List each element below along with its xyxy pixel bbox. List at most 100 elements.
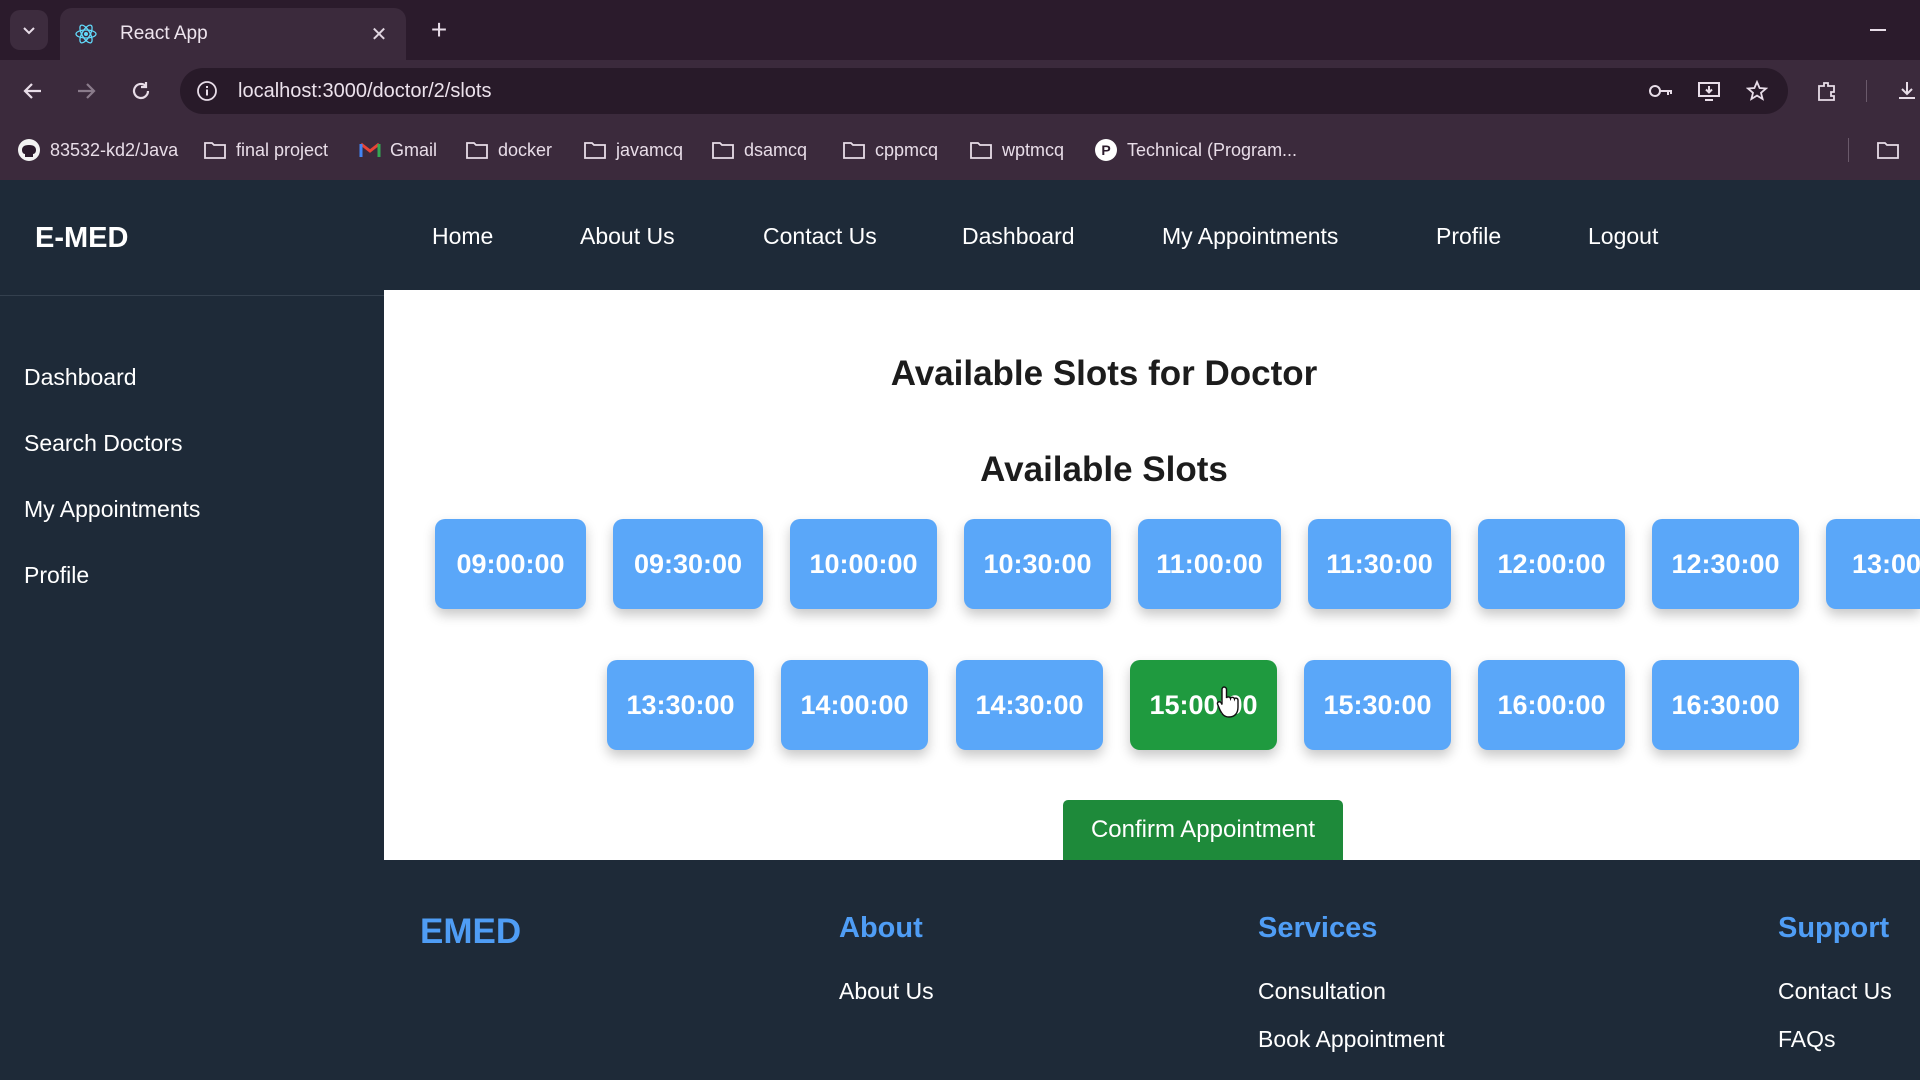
footer-link-about-us[interactable]: About Us	[839, 978, 934, 1005]
slot-button[interactable]: 16:00:00	[1478, 660, 1625, 750]
footer-brand: EMED	[420, 912, 522, 951]
sidebar-item-my-appointments[interactable]: My Appointments	[24, 496, 200, 523]
folder-icon	[204, 142, 226, 159]
bookmark-label: final project	[236, 139, 329, 160]
arrow-left-icon	[23, 83, 41, 99]
slot-button-selected[interactable]: 15:00:00	[1130, 660, 1277, 750]
sidebar-item-profile[interactable]: Profile	[24, 562, 89, 589]
folder-icon	[970, 142, 992, 159]
bookmarks-divider	[1848, 138, 1849, 162]
footer-heading-about: About	[839, 912, 923, 944]
url-text[interactable]: localhost:3000/doctor/2/slots	[238, 80, 1644, 103]
bookmark-item[interactable]: docker	[465, 136, 552, 164]
nav-profile[interactable]: Profile	[1436, 223, 1501, 250]
folder-icon	[584, 142, 606, 159]
nav-about-us[interactable]: About Us	[580, 223, 675, 250]
nav-dashboard[interactable]: Dashboard	[962, 223, 1075, 250]
arrow-right-icon	[78, 83, 96, 99]
bookmark-item[interactable]: dsamcq	[711, 136, 807, 164]
toolbar-divider	[1866, 80, 1867, 102]
slot-button[interactable]: 10:00:00	[790, 519, 937, 609]
slot-button[interactable]: 12:30:00	[1652, 519, 1799, 609]
nav-logout[interactable]: Logout	[1588, 223, 1658, 250]
browser-tab-strip: React App ✕ +	[0, 0, 1920, 60]
sidebar-item-search-doctors[interactable]: Search Doctors	[24, 430, 183, 457]
app-header: E-MED Home About Us Contact Us Dashboard…	[0, 180, 1920, 290]
bookmark-item[interactable]: javamcq	[583, 136, 683, 164]
bookmark-item[interactable]: wptmcq	[969, 136, 1064, 164]
sidebar: Dashboard Search Doctors My Appointments…	[0, 295, 384, 860]
p-logo-icon: P	[1095, 139, 1117, 161]
slot-button[interactable]: 13:30:00	[607, 660, 754, 750]
back-button[interactable]	[16, 74, 50, 108]
site-info-icon[interactable]	[190, 74, 224, 108]
slot-button[interactable]: 14:00:00	[781, 660, 928, 750]
install-app-icon[interactable]	[1692, 74, 1726, 108]
footer-link-contact-us[interactable]: Contact Us	[1778, 978, 1892, 1005]
folder-icon	[1877, 142, 1899, 159]
footer-link-book-appointment[interactable]: Book Appointment	[1258, 1026, 1445, 1053]
gmail-icon	[359, 142, 381, 157]
browser-tab[interactable]: React App ✕	[60, 8, 406, 60]
nav-contact-us[interactable]: Contact Us	[763, 223, 877, 250]
bookmark-item[interactable]: Gmail	[359, 136, 437, 164]
bookmark-star-icon[interactable]	[1740, 74, 1774, 108]
forward-button[interactable]	[69, 74, 103, 108]
extensions-icon[interactable]	[1810, 74, 1844, 108]
section-title: Available Slots	[980, 450, 1228, 489]
react-logo-icon	[75, 24, 97, 44]
other-bookmarks-folder[interactable]	[1876, 136, 1909, 164]
footer-heading-services: Services	[1258, 912, 1378, 944]
slot-button[interactable]: 09:00:00	[435, 519, 586, 609]
download-icon[interactable]	[1890, 74, 1920, 108]
footer-link-consultation[interactable]: Consultation	[1258, 978, 1386, 1005]
bookmark-label: cppmcq	[875, 139, 939, 160]
bookmark-item[interactable]: final project	[203, 136, 328, 164]
tab-search-button[interactable]	[10, 10, 48, 50]
bookmark-label: dsamcq	[744, 139, 808, 160]
confirm-appointment-button[interactable]: Confirm Appointment	[1063, 800, 1343, 860]
github-icon	[18, 139, 40, 161]
hand-cursor-icon	[1216, 686, 1239, 718]
slot-button[interactable]: 15:30:00	[1304, 660, 1451, 750]
slot-button[interactable]: 16:30:00	[1652, 660, 1799, 750]
bookmark-item[interactable]: 83532-kd2/Java	[17, 136, 178, 164]
bookmark-item[interactable]: P Technical (Program...	[1094, 136, 1297, 164]
footer: EMED About About Us Services Consultatio…	[0, 860, 1920, 1080]
brand-logo[interactable]: E-MED	[35, 222, 128, 255]
nav-my-appointments[interactable]: My Appointments	[1162, 223, 1338, 250]
bookmark-label: Gmail	[390, 139, 438, 160]
minimize-window-button[interactable]	[1864, 14, 1894, 44]
bookmarks-bar: 83532-kd2/Java final project Gmail docke…	[0, 120, 1920, 180]
slot-button[interactable]: 11:00:00	[1138, 519, 1281, 609]
folder-icon	[843, 142, 865, 159]
slot-button[interactable]: 10:30:00	[964, 519, 1111, 609]
page-title: Available Slots for Doctor	[890, 354, 1318, 393]
new-tab-button[interactable]: +	[424, 14, 454, 46]
bookmark-item[interactable]: cppmcq	[842, 136, 938, 164]
tab-title: React App	[120, 23, 208, 44]
folder-icon	[712, 142, 734, 159]
footer-link-faqs[interactable]: FAQs	[1778, 1026, 1836, 1053]
browser-toolbar: localhost:3000/doctor/2/slots	[0, 60, 1920, 120]
chevron-down-icon	[23, 27, 35, 35]
slots-panel: Available Slots for Doctor Available Slo…	[384, 290, 1920, 860]
bookmark-label: javamcq	[616, 139, 684, 160]
slot-button[interactable]: 13:00:00	[1826, 519, 1920, 609]
password-key-icon[interactable]	[1644, 74, 1678, 108]
bookmark-label: wptmcq	[1002, 139, 1065, 160]
footer-heading-support: Support	[1778, 912, 1890, 944]
slot-button[interactable]: 14:30:00	[956, 660, 1103, 750]
close-tab-icon[interactable]: ✕	[366, 22, 392, 47]
address-bar[interactable]: localhost:3000/doctor/2/slots	[180, 68, 1788, 114]
bookmark-label: docker	[498, 139, 553, 160]
slot-button[interactable]: 12:00:00	[1478, 519, 1625, 609]
reload-icon	[132, 82, 150, 100]
slot-button[interactable]: 11:30:00	[1308, 519, 1451, 609]
nav-home[interactable]: Home	[432, 223, 493, 250]
slot-button[interactable]: 09:30:00	[613, 519, 763, 609]
svg-text:P: P	[1101, 142, 1110, 158]
reload-button[interactable]	[124, 74, 158, 108]
bookmark-label: 83532-kd2/Java	[50, 139, 179, 160]
sidebar-item-dashboard[interactable]: Dashboard	[24, 364, 137, 391]
